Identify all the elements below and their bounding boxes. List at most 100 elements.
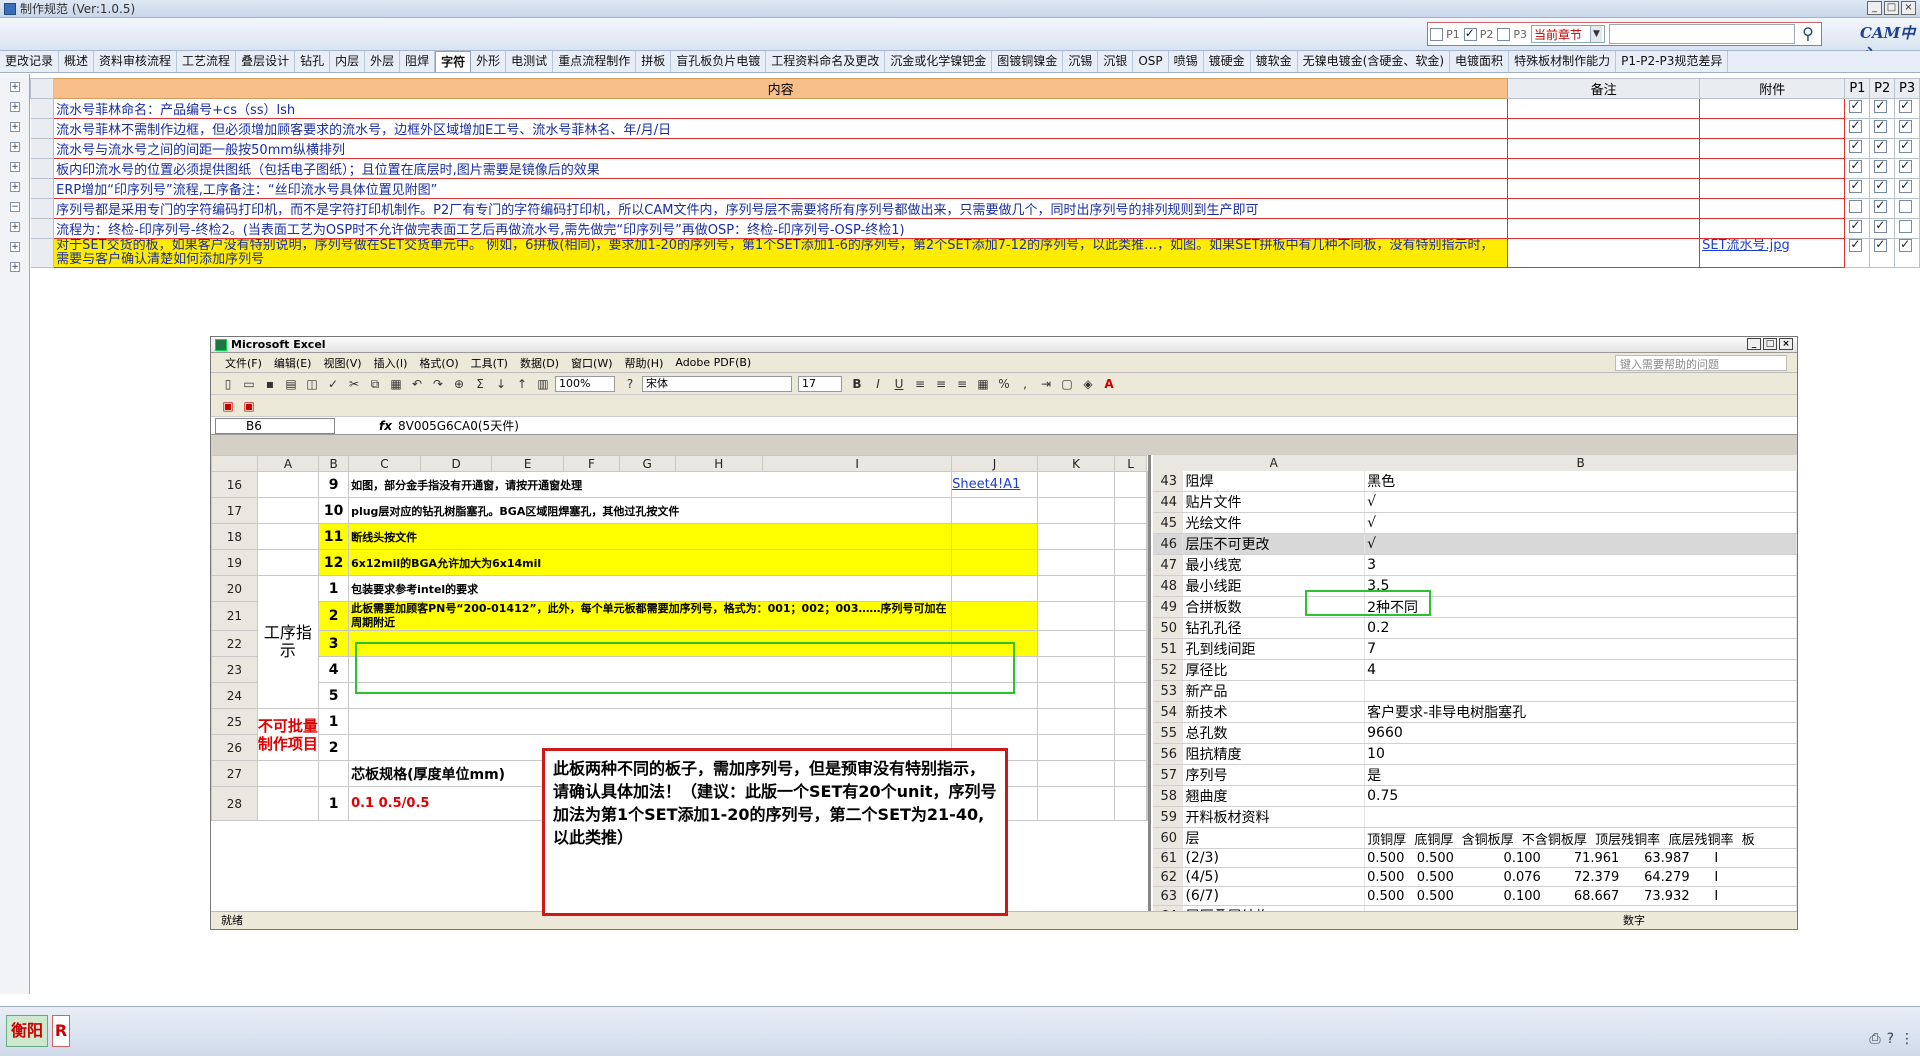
cell-b[interactable]: 0.75 [1364,785,1797,807]
sheet1-row[interactable]: 16 9 如图，部分金手指没有开通窗，请按开通窗处理 Sheet4!A1 [211,471,1148,498]
cell-l[interactable] [1114,656,1147,683]
tab-6[interactable]: 内层 [330,51,366,72]
cell-b[interactable]: 客户要求-非导电树脂塞孔 [1364,701,1797,723]
p2-row-checkbox[interactable] [1874,119,1888,133]
p1-row-checkbox[interactable] [1849,159,1863,173]
cell-b[interactable]: 5 [318,682,350,709]
cell-l[interactable] [1114,786,1147,821]
row-number[interactable]: 17 [211,497,258,524]
sheet1-col-C[interactable]: C [348,455,421,472]
p2-row-checkbox[interactable] [1874,219,1888,233]
tab-11[interactable]: 电测试 [506,51,554,72]
sheet2-row[interactable]: 45 光绘文件 √ [1153,512,1797,534]
p3-row-checkbox[interactable] [1899,239,1913,252]
excel-minimize-icon[interactable]: _ [1747,338,1761,350]
sheet1-col-B[interactable]: B [318,455,350,472]
sheet1-row[interactable]: 17 10 plug层对应的钻孔树脂塞孔。BGA区域阻焊塞孔，其他过孔按文件 [211,497,1148,524]
tab-16[interactable]: 沉金或化学镍钯金 [885,51,993,72]
open-icon[interactable]: ▭ [240,375,258,393]
sheet2-row[interactable]: 55 总孔数 9660 [1153,722,1797,744]
cell-b[interactable]: 9 [318,471,350,498]
tab-22[interactable]: 镀硬金 [1204,51,1251,72]
row-remark[interactable] [1507,118,1701,139]
row-attachment[interactable] [1699,138,1846,159]
border-icon[interactable]: ▢ [1058,375,1076,393]
sheet2-col-b[interactable]: B [1364,455,1797,471]
cell-j[interactable] [951,708,1038,735]
row-number[interactable]: 46 [1153,533,1184,555]
sheet1-row[interactable]: 25 不可批量制作项目 1 [211,708,1148,761]
cell-l[interactable] [1114,734,1147,761]
print-icon[interactable]: ▤ [282,375,300,393]
expand-icon[interactable]: + [10,142,20,152]
row-number[interactable]: 18 [211,523,258,550]
sheet1-col-J[interactable]: J [951,455,1038,472]
row-header[interactable] [30,178,55,199]
p2-row-checkbox[interactable] [1874,239,1888,252]
tab-13[interactable]: 拼板 [636,51,672,72]
cell-b[interactable]: 10 [1364,743,1797,765]
search-input[interactable] [1609,24,1795,44]
cell-k[interactable] [1036,786,1116,821]
excel-menu-8[interactable]: 帮助(H) [625,355,664,371]
row-number[interactable]: 43 [1153,471,1184,492]
cell-j[interactable] [951,575,1038,602]
cell-b[interactable]: √ [1364,533,1797,555]
spell-icon[interactable]: ✓ [324,375,342,393]
cell-a[interactable]: 序列号 [1182,764,1366,786]
row-number[interactable]: 28 [211,786,258,821]
p1-filter[interactable]: P1 [1430,27,1460,41]
cell-b[interactable]: 1 [318,786,350,821]
tab-3[interactable]: 工艺流程 [177,51,237,72]
minimize-icon[interactable]: _ [1867,1,1882,15]
cell-m[interactable] [1146,708,1148,735]
excel-menu-1[interactable]: 编辑(E) [274,355,312,371]
cell-b[interactable]: 0.2 [1364,617,1797,639]
cell-c[interactable]: 断线头按文件 [348,523,953,550]
bold-icon[interactable]: B [848,375,866,393]
row-attachment[interactable] [1699,218,1846,239]
cell-k[interactable] [1036,523,1116,550]
cell-m[interactable] [1146,601,1148,631]
help-icon[interactable]: ? [621,375,639,393]
row-attachment[interactable] [1699,98,1846,119]
cell-a[interactable] [256,523,320,550]
cell-l[interactable] [1114,601,1147,631]
p1-header[interactable]: P1 [1844,78,1871,99]
underline-icon[interactable]: U [890,375,908,393]
chevron-down-icon[interactable]: ▼ [1590,26,1602,42]
sheet2-row[interactable]: 54 新技术 客户要求-非导电树脂塞孔 [1153,701,1797,723]
row-number[interactable]: 54 [1153,701,1184,723]
cell-l[interactable] [1114,549,1147,576]
row-number[interactable]: 52 [1153,659,1184,681]
cell-a[interactable]: 新技术 [1182,701,1366,723]
chart-icon[interactable]: ▥ [534,375,552,393]
font-size-box[interactable]: 17 [798,375,842,392]
cell-k[interactable] [1036,549,1116,576]
excel-menu-7[interactable]: 窗口(W) [571,355,612,371]
table-row[interactable]: 流水号与流水号之间的间距一般按50mm纵横排列 [30,138,1920,159]
row-header[interactable] [30,118,55,139]
cell-k[interactable] [1036,471,1116,498]
cell-m[interactable] [1146,786,1148,821]
row-attachment[interactable]: SET流水号.jpg [1699,238,1846,268]
row-number[interactable]: 48 [1153,575,1184,597]
table-row[interactable]: 流水号菲林命名：产品编号+cs（ss）lsh [30,98,1920,119]
cell-b[interactable]: 2 [318,601,350,631]
fill-color-icon[interactable]: ◈ [1079,375,1097,393]
cell-b[interactable]: 3 [318,630,350,657]
cell-b[interactable] [318,760,350,787]
r-button[interactable]: R [52,1015,70,1047]
undo-icon[interactable]: ↶ [408,375,426,393]
sheet2-row[interactable]: 48 最小线距 3.5 [1153,575,1797,597]
row-content[interactable]: 板内印流水号的位置必须提供图纸（包括电子图纸）；且位置在底层时,图片需要是镜像后… [53,158,1509,179]
cell-k[interactable] [1036,760,1116,787]
p3-filter[interactable]: P3 [1497,27,1527,41]
cell-a[interactable]: 翘曲度 [1182,785,1366,807]
cell-j[interactable] [951,549,1038,576]
attachment-link[interactable]: SET流水号.jpg [1702,239,1790,254]
row-number[interactable]: 23 [211,656,258,683]
expand-icon[interactable]: + [10,82,20,92]
cell-l[interactable] [1114,630,1147,657]
row-content[interactable]: 流水号与流水号之间的间距一般按50mm纵横排列 [53,138,1509,159]
